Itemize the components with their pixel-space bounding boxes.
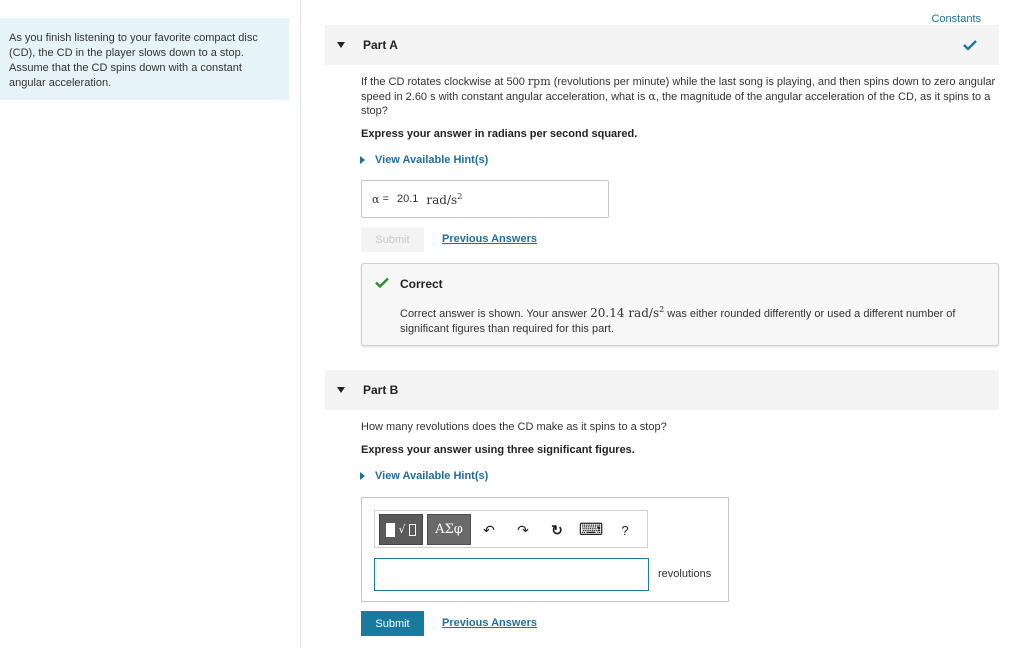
- checkmark-icon: [963, 40, 977, 51]
- help-icon[interactable]: ?: [615, 520, 635, 540]
- part-b-header[interactable]: Part B: [325, 370, 999, 410]
- template-box-icon: [386, 522, 396, 537]
- part-b-title: Part B: [363, 383, 399, 397]
- hint-label: View Available Hint(s): [375, 154, 489, 166]
- collapse-triangle-icon[interactable]: [337, 42, 345, 48]
- part-a-title: Part A: [363, 38, 398, 52]
- part-a-answer-box: α = 20.1 rad/s2: [361, 180, 609, 218]
- undo-icon[interactable]: ↶: [479, 520, 499, 540]
- constants-link[interactable]: Constants: [931, 13, 981, 25]
- part-b-hint-link[interactable]: View Available Hint(s): [360, 470, 488, 482]
- part-b-answer-editor: √ ΑΣφ ↶ ↷ ↻ ⌨ ? revolutions: [361, 497, 729, 602]
- revolutions-input[interactable]: [374, 558, 649, 591]
- greek-symbols-button[interactable]: ΑΣφ: [427, 514, 471, 545]
- part-a-question: If the CD rotates clockwise at 500 rpm (…: [361, 75, 1001, 119]
- part-b-instruction: Express your answer using three signific…: [361, 444, 635, 456]
- part-a-feedback: Correct Correct answer is shown. Your an…: [361, 263, 999, 346]
- template-box-icon: [408, 523, 416, 536]
- math-toolbar: √ ΑΣφ ↶ ↷ ↻ ⌨ ?: [374, 510, 648, 548]
- part-a-previous-answers-link[interactable]: Previous Answers: [442, 233, 537, 245]
- redo-icon[interactable]: ↷: [513, 520, 533, 540]
- part-b-question: How many revolutions does the CD make as…: [361, 421, 667, 433]
- answer-variable: α: [372, 192, 380, 206]
- correct-check-icon: [375, 277, 389, 288]
- reset-icon[interactable]: ↻: [547, 520, 567, 540]
- answer-unit-label: revolutions: [658, 568, 712, 580]
- problem-intro-panel: As you finish listening to your favorite…: [0, 18, 289, 100]
- feedback-title: Correct: [400, 277, 443, 291]
- expand-triangle-icon: [360, 156, 365, 164]
- expand-triangle-icon: [360, 472, 365, 480]
- sqrt-icon: √: [398, 523, 406, 536]
- part-a-submit-button[interactable]: Submit: [361, 227, 424, 252]
- question-text: If the CD rotates clockwise at 500: [361, 76, 528, 88]
- part-a-header[interactable]: Part A: [325, 25, 999, 65]
- part-b-previous-answers-link[interactable]: Previous Answers: [442, 617, 537, 629]
- answer-unit: rad/s2: [426, 191, 463, 207]
- collapse-triangle-icon[interactable]: [337, 387, 345, 393]
- alpha-symbol: α: [648, 89, 656, 103]
- panel-divider: [300, 0, 301, 648]
- part-a-hint-link[interactable]: View Available Hint(s): [360, 154, 488, 166]
- problem-intro-text: As you finish listening to your favorite…: [9, 32, 258, 89]
- hint-label: View Available Hint(s): [375, 470, 489, 482]
- answer-equals: =: [379, 193, 392, 205]
- rpm-symbol: rpm: [527, 75, 551, 88]
- feedback-body: Correct answer is shown. Your answer 20.…: [400, 305, 956, 335]
- answer-value: 20.1: [396, 193, 419, 205]
- part-b-submit-button[interactable]: Submit: [361, 611, 424, 636]
- part-a-instruction: Express your answer in radians per secon…: [361, 128, 638, 140]
- keyboard-icon[interactable]: ⌨: [579, 520, 604, 540]
- templates-button[interactable]: √: [379, 514, 423, 545]
